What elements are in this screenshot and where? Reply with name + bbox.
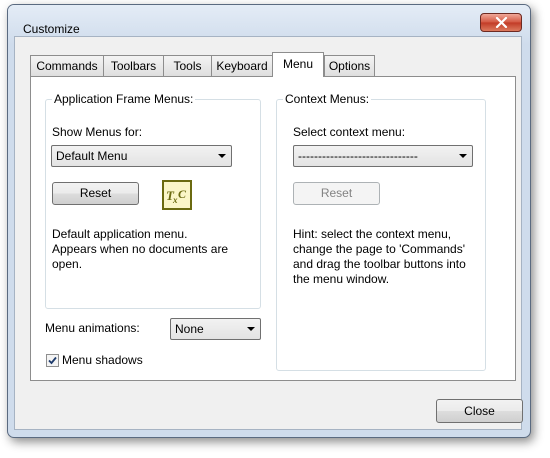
show-menus-label: Show Menus for: bbox=[52, 125, 143, 139]
dialog-client-area: Commands Toolbars Tools Keyboard Menu Op… bbox=[14, 36, 523, 430]
window-close-button[interactable] bbox=[480, 13, 522, 32]
context-menu-dropdown[interactable]: ------------------------------ bbox=[293, 145, 473, 167]
menu-shadows-label: Menu shadows bbox=[62, 353, 143, 367]
chevron-down-icon bbox=[218, 154, 226, 158]
menu-tab-panel: Application Frame Menus: Show Menus for:… bbox=[30, 76, 516, 381]
description-line: open. bbox=[52, 257, 83, 271]
app-frame-menus-label: Application Frame Menus: bbox=[52, 92, 196, 106]
svg-text:C: C bbox=[178, 187, 187, 201]
tab-tools[interactable]: Tools bbox=[163, 55, 212, 76]
hint-line: and drag the toolbar buttons into bbox=[293, 257, 466, 271]
checkmark-icon bbox=[48, 356, 57, 365]
description-line: Appears when no documents are bbox=[52, 242, 229, 256]
context-menu-reset-button[interactable]: Reset bbox=[293, 182, 380, 205]
menu-animations-dropdown[interactable]: None bbox=[170, 318, 261, 340]
app-frame-menus-group: Application Frame Menus: Show Menus for:… bbox=[45, 92, 261, 309]
menu-animations-label: Menu animations: bbox=[45, 321, 140, 335]
show-menus-value: Default Menu bbox=[56, 149, 128, 163]
chevron-down-icon bbox=[459, 154, 467, 158]
txc-icon: T x C bbox=[162, 180, 192, 210]
context-menus-label: Context Menus: bbox=[283, 92, 372, 106]
tab-toolbars[interactable]: Toolbars bbox=[103, 55, 164, 76]
window-title: Customize bbox=[23, 22, 80, 36]
tab-keyboard[interactable]: Keyboard bbox=[211, 55, 273, 76]
close-icon bbox=[495, 17, 508, 28]
chevron-down-icon bbox=[247, 327, 255, 331]
show-menus-dropdown[interactable]: Default Menu bbox=[51, 145, 232, 167]
app-menu-description: Default application menu. Appears when n… bbox=[52, 227, 228, 272]
context-menus-group: Context Menus: Select context menu: ----… bbox=[276, 92, 486, 371]
hint-line: Hint: select the context menu, bbox=[293, 227, 452, 241]
customize-dialog: Customize Commands Toolbars Tools Keyboa… bbox=[7, 4, 531, 438]
menu-shadows-checkbox[interactable] bbox=[46, 354, 59, 367]
description-line: Default application menu. bbox=[52, 227, 188, 241]
select-context-menu-label: Select context menu: bbox=[293, 125, 406, 139]
close-button[interactable]: Close bbox=[436, 399, 523, 423]
tab-commands[interactable]: Commands bbox=[30, 55, 104, 76]
context-menu-value: ------------------------------ bbox=[298, 149, 418, 163]
app-menu-reset-button[interactable]: Reset bbox=[52, 182, 139, 205]
context-menu-hint: Hint: select the context menu, change th… bbox=[293, 227, 466, 287]
hint-line: the menu window. bbox=[293, 272, 390, 286]
tab-options[interactable]: Options bbox=[324, 55, 375, 76]
hint-line: change the page to 'Commands' bbox=[293, 242, 466, 256]
menu-animations-value: None bbox=[175, 322, 204, 336]
tab-menu[interactable]: Menu bbox=[272, 52, 324, 77]
